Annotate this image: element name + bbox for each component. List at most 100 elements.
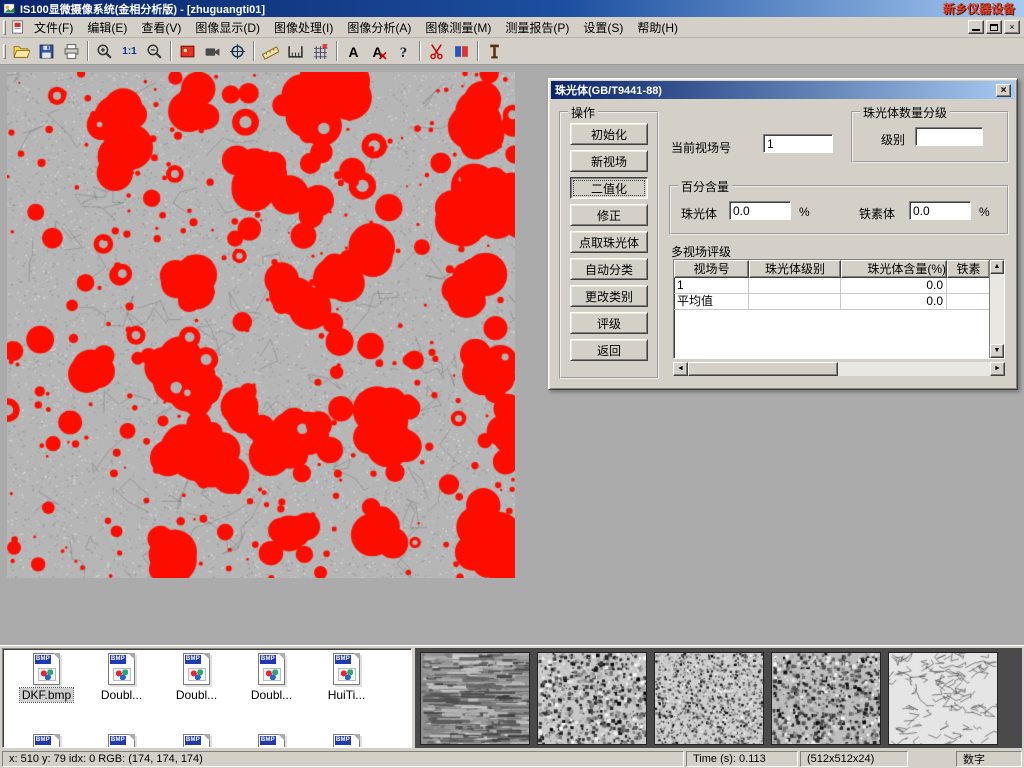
file-name[interactable]: HuiTi... bbox=[326, 688, 368, 702]
pearlite-label: 珠光体 bbox=[681, 205, 717, 222]
compare-button[interactable] bbox=[450, 40, 473, 63]
mdi-close-button[interactable]: × bbox=[1004, 20, 1020, 34]
header-pearlite-content[interactable]: 珠光体含量(%) bbox=[841, 260, 947, 278]
menu-image-display[interactable]: 图像显示(D) bbox=[188, 17, 267, 38]
ferrite-percent-input[interactable] bbox=[909, 201, 971, 220]
operations-group-label: 操作 bbox=[568, 104, 598, 121]
zoom-in-button[interactable] bbox=[93, 40, 116, 63]
file-item[interactable]: BMP bbox=[234, 734, 309, 748]
grade-input[interactable] bbox=[915, 127, 983, 146]
menu-settings[interactable]: 设置(S) bbox=[576, 17, 630, 38]
return-button[interactable]: 返回 bbox=[570, 339, 648, 361]
table-row[interactable]: 平均值 0.0 bbox=[674, 294, 989, 310]
table-vscrollbar[interactable]: ▲ ▼ bbox=[989, 260, 1004, 358]
caliper-button[interactable] bbox=[284, 40, 307, 63]
actual-size-button[interactable]: 1:1 bbox=[118, 40, 141, 63]
file-item[interactable]: BMP DKF.bmp bbox=[9, 653, 84, 702]
print-button[interactable] bbox=[60, 40, 83, 63]
init-button[interactable]: 初始化 bbox=[570, 123, 648, 145]
compare-icon bbox=[453, 43, 470, 60]
file-item[interactable]: BMP bbox=[159, 734, 234, 748]
menu-image-process[interactable]: 图像处理(I) bbox=[267, 17, 340, 38]
dialog-close-button[interactable]: × bbox=[996, 84, 1011, 97]
table-row[interactable]: 1 0.0 bbox=[674, 278, 989, 294]
mdi-window-controls: × bbox=[968, 20, 1024, 34]
menu-image-analysis[interactable]: 图像分析(A) bbox=[340, 17, 418, 38]
file-item[interactable]: BMP bbox=[84, 734, 159, 748]
file-name[interactable]: Doubl... bbox=[99, 688, 144, 702]
file-browser: BMP DKF.bmp BMP Doubl... BMP Doubl... BM… bbox=[2, 648, 412, 748]
save-button[interactable] bbox=[35, 40, 58, 63]
hscroll-track[interactable] bbox=[838, 362, 990, 376]
document-icon[interactable] bbox=[11, 20, 25, 34]
mdi-minimize-button[interactable] bbox=[968, 20, 984, 34]
thumbnail-1[interactable] bbox=[420, 652, 530, 745]
video-button[interactable] bbox=[201, 40, 224, 63]
binarize-dialog-button[interactable]: 二值化 bbox=[570, 177, 648, 199]
scroll-left-icon[interactable]: ◄ bbox=[673, 362, 688, 376]
table-hscrollbar[interactable]: ◄ ► bbox=[673, 362, 1005, 376]
pick-pearlite-button[interactable]: 点取珠光体 bbox=[570, 231, 648, 253]
ruler-button[interactable] bbox=[259, 40, 282, 63]
auto-classify-button[interactable]: 自动分类 bbox=[570, 258, 648, 280]
text-style-button[interactable]: A bbox=[367, 40, 390, 63]
menu-report[interactable]: 测量报告(P) bbox=[498, 17, 576, 38]
menu-help[interactable]: 帮助(H) bbox=[630, 17, 685, 38]
menu-edit[interactable]: 编辑(E) bbox=[80, 17, 134, 38]
file-item[interactable]: BMP Doubl... bbox=[84, 653, 159, 702]
file-item[interactable]: BMP HuiTi... bbox=[309, 653, 384, 702]
scroll-right-icon[interactable]: ► bbox=[990, 362, 1005, 376]
zoom-out-button[interactable] bbox=[143, 40, 166, 63]
probe-button[interactable] bbox=[483, 40, 506, 63]
pearlite-percent-input[interactable] bbox=[729, 201, 791, 220]
dialog-titlebar[interactable]: 珠光体(GB/T9441-88) × bbox=[551, 81, 1015, 99]
mdi-restore-button[interactable] bbox=[986, 20, 1002, 34]
menu-image-measure[interactable]: 图像测量(M) bbox=[418, 17, 498, 38]
thumbnail-5[interactable] bbox=[888, 652, 998, 745]
header-ferrite[interactable]: 铁素 bbox=[947, 260, 989, 278]
correct-button[interactable]: 修正 bbox=[570, 204, 648, 226]
percent-group-label: 百分含量 bbox=[678, 178, 732, 195]
status-spacer bbox=[910, 751, 954, 767]
metallograph-image[interactable] bbox=[7, 72, 515, 578]
toolbar-grip[interactable] bbox=[3, 44, 6, 59]
current-view-input[interactable] bbox=[763, 134, 833, 153]
change-class-button[interactable]: 更改类别 bbox=[570, 285, 648, 307]
file-item[interactable]: BMP bbox=[9, 734, 84, 748]
grade-button[interactable]: 评级 bbox=[570, 312, 648, 334]
cell-content: 0.0 bbox=[841, 294, 947, 310]
new-field-button[interactable]: 新视场 bbox=[570, 150, 648, 172]
bmp-label: BMP bbox=[335, 736, 351, 745]
menubar-grip[interactable] bbox=[3, 20, 6, 35]
scroll-down-icon[interactable]: ▼ bbox=[990, 344, 1004, 358]
status-mode: 数字 bbox=[956, 751, 1022, 767]
file-item[interactable]: BMP Doubl... bbox=[159, 653, 234, 702]
file-name[interactable]: Doubl... bbox=[249, 688, 294, 702]
text-label-button[interactable]: A bbox=[342, 40, 365, 63]
open-button[interactable] bbox=[10, 40, 33, 63]
scroll-up-icon[interactable]: ▲ bbox=[990, 260, 1004, 274]
grading-group: 珠光体数量分级 级别 bbox=[851, 111, 1009, 163]
help-button[interactable]: ? bbox=[392, 40, 415, 63]
binarize-button[interactable] bbox=[425, 40, 448, 63]
vscroll-track[interactable] bbox=[990, 274, 1004, 344]
file-name[interactable]: Doubl... bbox=[174, 688, 219, 702]
file-item[interactable]: BMP bbox=[309, 734, 384, 748]
header-pearlite-grade[interactable]: 珠光体级别 bbox=[749, 260, 841, 278]
grid-button[interactable] bbox=[309, 40, 332, 63]
file-name[interactable]: DKF.bmp bbox=[20, 688, 73, 702]
overlay-button[interactable] bbox=[176, 40, 199, 63]
header-field-no[interactable]: 视场号 bbox=[674, 260, 749, 278]
cell-ferrite bbox=[947, 294, 989, 310]
thumbnail-2[interactable] bbox=[537, 652, 647, 745]
thumbnail-3[interactable] bbox=[654, 652, 764, 745]
menu-file[interactable]: 文件(F) bbox=[27, 17, 80, 38]
thumbnail-4[interactable] bbox=[771, 652, 881, 745]
open-icon bbox=[13, 43, 30, 60]
menu-view[interactable]: 查看(V) bbox=[134, 17, 188, 38]
hscroll-thumb[interactable] bbox=[688, 362, 838, 376]
app-window: IS100显微摄像系统(金相分析版) - [zhuguangti01] 新乡仪器… bbox=[0, 0, 1024, 768]
page-fold bbox=[128, 653, 135, 660]
capture-button[interactable] bbox=[226, 40, 249, 63]
file-item[interactable]: BMP Doubl... bbox=[234, 653, 309, 702]
